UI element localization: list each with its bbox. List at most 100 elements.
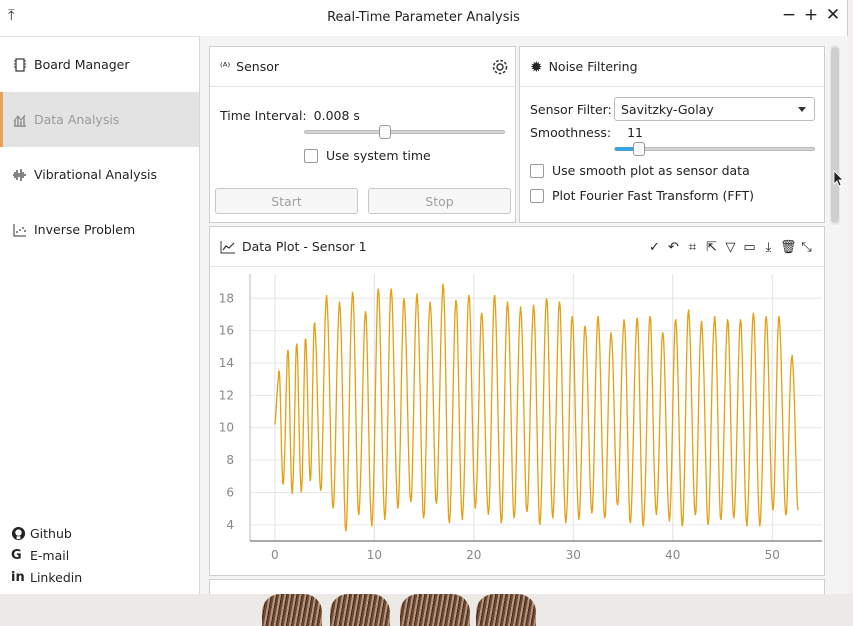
sensor-filter-label: Sensor Filter: [530,102,612,117]
github-icon [11,526,26,540]
smoothness-label: Smoothness: [530,125,612,140]
start-button[interactable]: Start [215,188,358,214]
next-panel-edge [209,579,825,594]
plot-toolbar: ✓ ↶ ⌗ ⇱ ▽ ▭ ⤓ 🗑 ⤡ [647,240,814,255]
data-plot-panel: Data Plot - Sensor 1 ✓ ↶ ⌗ ⇱ ▽ ▭ ⤓ 🗑 ⤡ 4… [209,226,825,576]
data-plot-chart[interactable]: 4 6 8 10 12 14 16 18 0 10 20 30 40 50 [210,269,824,569]
smoothness-slider[interactable] [614,142,815,156]
checkbox-label: Use smooth plot as sensor data [552,163,750,178]
sensor-icon: ⁽ᴬ⁾ [220,60,231,73]
download-icon[interactable]: ⤓ [761,240,776,255]
time-interval-row: Time Interval: 0.008 s [220,108,360,123]
x-tick-label: 10 [367,548,382,562]
y-tick-label: 16 [219,324,234,338]
fur-decoration [476,594,536,626]
use-system-time-checkbox[interactable]: Use system time [304,148,431,163]
series-line [274,283,799,532]
github-link[interactable]: Github [11,522,82,544]
mouse-cursor-icon [833,170,844,187]
y-tick-label: 12 [219,388,234,402]
fur-decoration [400,594,470,626]
smooth-plot-checkbox[interactable]: Use smooth plot as sensor data [530,163,750,178]
sidebar: Board Manager Data Analysis Vibrational … [0,36,200,594]
x-tick-label: 0 [271,548,279,562]
sidebar-item-board-manager[interactable]: Board Manager [0,37,199,92]
gear-icon[interactable] [491,58,509,76]
sidebar-item-label: Vibrational Analysis [34,167,158,182]
crop-icon[interactable]: ⌗ [685,240,700,255]
time-interval-label: Time Interval: [220,108,307,123]
fft-checkbox[interactable]: Plot Fourier Fast Transform (FFT) [530,188,754,203]
x-tick-label: 30 [566,548,581,562]
scrollbar[interactable] [830,45,840,225]
sidebar-item-data-analysis[interactable]: Data Analysis [0,92,199,147]
sensor-panel: ⁽ᴬ⁾ Sensor Time Interval: 0.008 s Use sy… [209,46,516,223]
sidebar-item-label: Data Analysis [34,112,120,127]
smoothness-row: Smoothness: 11 [530,125,643,140]
undo-icon[interactable]: ↶ [666,240,681,255]
checkbox-box[interactable] [530,163,544,178]
social-links: Github G E-mail in Linkedin [11,522,82,588]
scatter-icon [13,223,26,236]
noise-title: Noise Filtering [548,59,638,74]
checkbox-label: Use system time [326,148,431,163]
cursor-icon[interactable]: ⇱ [704,240,719,255]
app-window: ⤒ Real-Time Parameter Analysis − + ✕ Boa… [0,0,848,594]
line-chart-icon [220,240,235,253]
trash-icon[interactable]: 🗑 [780,240,797,255]
fur-decoration [330,594,390,626]
noise-header: ✹ Noise Filtering [520,47,824,87]
y-tick-label: 18 [219,291,234,305]
y-tick-label: 8 [226,453,234,467]
waveform-icon [13,168,26,181]
scrollbar-thumb[interactable] [831,47,839,223]
noise-filtering-panel: ✹ Noise Filtering Sensor Filter: Savitzk… [519,46,825,223]
sidebar-item-vibrational-analysis[interactable]: Vibrational Analysis [0,147,199,202]
y-tick-label: 6 [226,485,234,499]
maximize-button[interactable]: + [803,5,819,25]
bar-chart-icon [13,114,26,127]
fur-decoration [262,594,322,626]
linkedin-icon: in [11,569,25,585]
open-folder-icon[interactable]: ▭ [742,240,757,255]
burst-icon: ✹ [530,57,543,76]
y-tick-label: 10 [219,421,234,435]
email-label: E-mail [30,547,70,563]
board-icon [14,57,26,72]
check-icon[interactable]: ✓ [647,240,662,255]
y-tick-label: 14 [219,356,234,370]
minimize-button[interactable]: − [781,5,797,25]
linkedin-label: Linkedin [30,569,83,585]
sensor-filter-select[interactable]: Savitzky-Golay [614,97,815,121]
slider-handle[interactable] [632,142,645,156]
close-button[interactable]: ✕ [825,5,841,25]
x-tick-label: 50 [765,548,780,562]
window-title: Real-Time Parameter Analysis [327,9,520,25]
checkbox-box[interactable] [530,188,544,203]
time-interval-value: 0.008 s [313,108,360,123]
sensor-title: Sensor [236,59,279,74]
sidebar-item-inverse-problem[interactable]: Inverse Problem [0,202,199,257]
checkbox-label: Plot Fourier Fast Transform (FFT) [552,188,755,203]
main-content: ⁽ᴬ⁾ Sensor Time Interval: 0.008 s Use sy… [200,36,848,594]
linkedin-link[interactable]: in Linkedin [11,566,82,588]
sidebar-item-label: Board Manager [34,57,130,72]
sidebar-item-label: Inverse Problem [34,222,136,237]
x-tick-label: 20 [466,548,481,562]
collapse-icon[interactable]: ⤡ [799,240,814,255]
smoothness-value: 11 [627,125,643,140]
select-value: Savitzky-Golay [621,101,714,117]
google-icon: G [11,547,22,563]
title-bar: ⤒ Real-Time Parameter Analysis − + ✕ [0,0,847,34]
x-tick-label: 40 [665,548,680,562]
slider-handle[interactable] [378,125,391,139]
time-interval-slider[interactable] [304,125,505,139]
github-label: Github [30,525,72,541]
checkbox-box[interactable] [304,148,318,163]
plot-title: Data Plot - Sensor 1 [242,239,367,254]
email-link[interactable]: G E-mail [11,544,82,566]
stop-button[interactable]: Stop [368,188,511,214]
filter-icon[interactable]: ▽ [723,240,738,255]
y-tick-label: 4 [226,518,234,532]
chevron-down-icon [798,107,806,112]
